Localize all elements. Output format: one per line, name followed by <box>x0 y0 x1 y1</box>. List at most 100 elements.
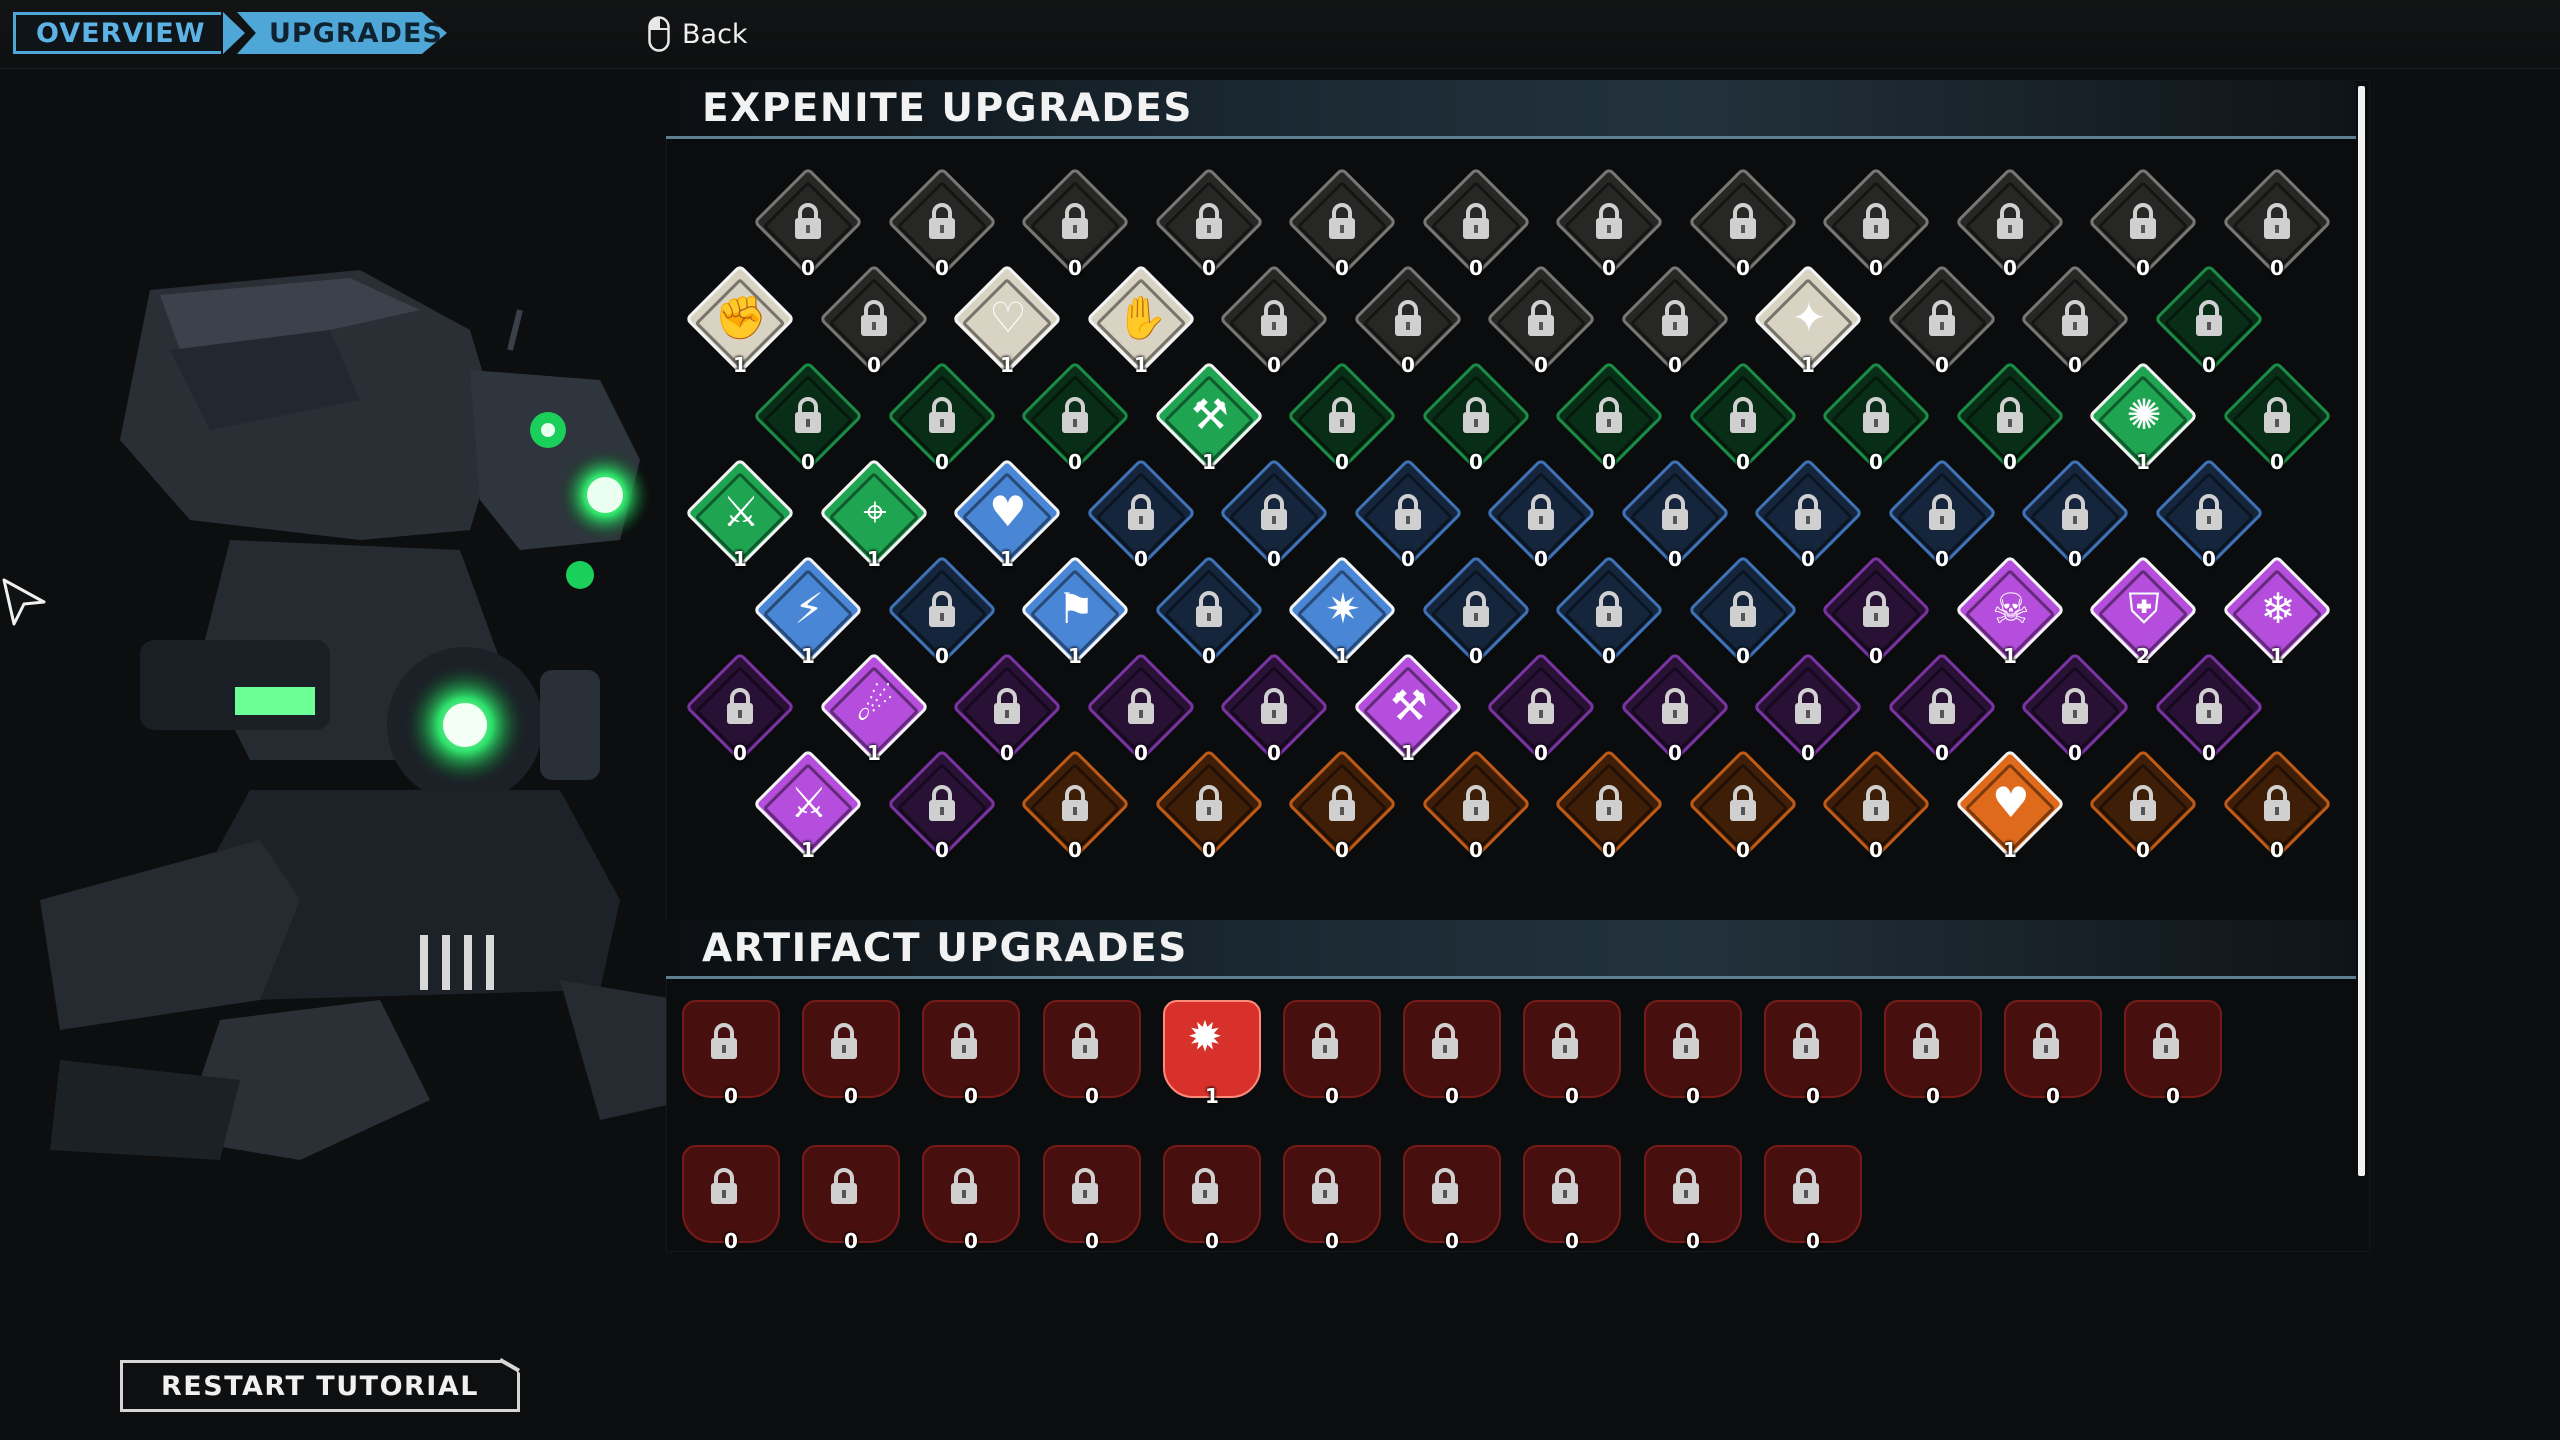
upgrade-count: 0 <box>2202 353 2216 377</box>
lock-icon <box>711 1023 737 1059</box>
lock-icon <box>1552 1023 1578 1059</box>
upgrade-count: 1 <box>1068 644 1082 668</box>
upgrade-count: 0 <box>1068 256 1082 280</box>
expenite-upgrade-slot[interactable]: 0 <box>886 748 998 868</box>
lock-icon <box>2153 1023 2179 1059</box>
upgrade-count: 0 <box>1325 1084 1339 1108</box>
artifact-upgrade-slot[interactable]: 0 <box>1271 1133 1381 1253</box>
lock-icon <box>831 1168 857 1204</box>
expenite-upgrade-slot[interactable]: 0 <box>1553 748 1665 868</box>
lock-icon <box>1552 1168 1578 1204</box>
back-button[interactable]: Back <box>648 14 748 54</box>
artifact-upgrade-slot[interactable]: 0 <box>670 988 780 1108</box>
upgrade-count: 0 <box>1445 1084 1459 1108</box>
lock-icon <box>1929 688 1955 724</box>
upgrade-count: 0 <box>844 1229 858 1253</box>
artifact-upgrade-slot[interactable]: 0 <box>910 988 1020 1108</box>
lock-icon <box>2062 300 2088 336</box>
expenite-upgrade-slot[interactable]: 0 <box>1420 748 1532 868</box>
upgrade-count: 1 <box>1801 353 1815 377</box>
artifact-upgrade-slot[interactable]: 0 <box>1151 1133 1261 1253</box>
expenite-upgrade-slot[interactable]: 0 <box>2221 748 2333 868</box>
artifact-upgrade-slot[interactable]: 0 <box>1632 988 1742 1108</box>
upgrade-count: 1 <box>2270 644 2284 668</box>
top-bar: OVERVIEW UPGRADES Back <box>0 0 2560 69</box>
expenite-upgrade-slot[interactable]: 0 <box>1286 748 1398 868</box>
upgrade-count: 0 <box>2003 256 2017 280</box>
upgrade-count: 0 <box>2270 838 2284 862</box>
artifact-upgrade-slot[interactable]: 0 <box>1391 1133 1501 1253</box>
upgrade-count: 1 <box>1000 353 1014 377</box>
lock-icon <box>1730 397 1756 433</box>
restart-tutorial-button[interactable]: RESTART TUTORIAL <box>120 1360 520 1412</box>
upgrade-count: 0 <box>1565 1084 1579 1108</box>
lock-icon <box>1192 1168 1218 1204</box>
upgrade-count: 0 <box>724 1084 738 1108</box>
upgrade-glyph-icon: ✊ <box>714 293 768 342</box>
artifact-upgrade-slot[interactable]: 0 <box>790 988 900 1108</box>
expenite-upgrade-slot[interactable]: 0 <box>2087 748 2199 868</box>
lock-icon <box>1072 1168 1098 1204</box>
upgrade-count: 0 <box>1085 1229 1099 1253</box>
upgrade-glyph-icon: ☠ <box>1992 584 2030 633</box>
lock-icon <box>951 1023 977 1059</box>
upgrade-count: 1 <box>1401 741 1415 765</box>
lock-icon <box>1730 203 1756 239</box>
lock-icon <box>1596 397 1622 433</box>
lock-icon <box>1329 397 1355 433</box>
upgrade-count: 0 <box>1534 547 1548 571</box>
upgrade-count: 1 <box>801 838 815 862</box>
breadcrumb-overview[interactable]: OVERVIEW <box>13 12 245 54</box>
artifact-upgrade-slot[interactable]: 0 <box>1391 988 1501 1108</box>
breadcrumb-upgrades[interactable]: UPGRADES <box>237 12 447 54</box>
lock-icon <box>1863 785 1889 821</box>
upgrade-count: 0 <box>2046 1084 2060 1108</box>
artifact-upgrade-slot[interactable]: 0 <box>1271 988 1381 1108</box>
lock-icon <box>1863 203 1889 239</box>
upgrade-count: 0 <box>1801 741 1815 765</box>
lock-icon <box>929 785 955 821</box>
expenite-upgrade-slot[interactable]: ⚔ 1 <box>752 748 864 868</box>
upgrade-count: 0 <box>1202 644 1216 668</box>
artifact-upgrade-slot[interactable]: 0 <box>2112 988 2222 1108</box>
artifact-upgrade-slot[interactable]: 0 <box>1872 988 1982 1108</box>
upgrade-count: 1 <box>733 353 747 377</box>
upgrade-glyph-icon: ⚔ <box>722 487 760 536</box>
artifact-upgrade-slot[interactable]: ✹ 1 <box>1151 988 1261 1108</box>
upgrade-count: 0 <box>1205 1229 1219 1253</box>
expenite-upgrade-slot[interactable]: 0 <box>1820 748 1932 868</box>
artifact-upgrade-slot[interactable]: 0 <box>910 1133 1020 1253</box>
upgrade-glyph-icon: ♥ <box>989 487 1027 536</box>
artifact-upgrade-slot[interactable]: 0 <box>1632 1133 1742 1253</box>
upgrade-glyph-icon: ⚒ <box>1191 390 1229 439</box>
artifact-upgrade-slot[interactable]: 0 <box>1031 1133 1141 1253</box>
panel-scrollbar[interactable] <box>2358 86 2365 1176</box>
upgrade-count: 0 <box>1736 644 1750 668</box>
expenite-upgrade-slot[interactable]: 0 <box>1687 748 1799 868</box>
expenite-upgrade-slot[interactable]: ♥ 1 <box>1954 748 2066 868</box>
expenite-upgrade-slot[interactable]: 0 <box>1019 748 1131 868</box>
upgrade-count: 0 <box>1267 547 1281 571</box>
artifact-upgrade-slot[interactable]: 0 <box>790 1133 900 1253</box>
artifact-upgrade-slot[interactable]: 0 <box>1752 988 1862 1108</box>
lock-icon <box>1196 203 1222 239</box>
lock-icon <box>1596 203 1622 239</box>
upgrade-count: 0 <box>1335 450 1349 474</box>
lock-icon <box>861 300 887 336</box>
upgrade-count: 0 <box>2202 741 2216 765</box>
artifact-upgrade-slot[interactable]: 0 <box>1031 988 1141 1108</box>
artifact-upgrade-slot[interactable]: 0 <box>1511 1133 1621 1253</box>
upgrade-count: 0 <box>1134 741 1148 765</box>
upgrade-glyph-icon: ✦ <box>1791 293 1827 342</box>
artifact-upgrade-slot[interactable]: 0 <box>1752 1133 1862 1253</box>
artifact-upgrade-slot[interactable]: 0 <box>1992 988 2102 1108</box>
expenite-upgrade-slot[interactable]: 0 <box>1153 748 1265 868</box>
artifact-upgrade-slot[interactable]: 0 <box>1511 988 1621 1108</box>
upgrade-count: 0 <box>1335 838 1349 862</box>
upgrade-count: 1 <box>1205 1084 1219 1108</box>
upgrade-glyph-icon: ⚡ <box>794 584 824 633</box>
upgrade-glyph-icon: ⛨ <box>2128 584 2160 633</box>
artifact-upgrade-slot[interactable]: 0 <box>670 1133 780 1253</box>
upgrade-count: 0 <box>2270 450 2284 474</box>
lock-icon <box>1929 300 1955 336</box>
